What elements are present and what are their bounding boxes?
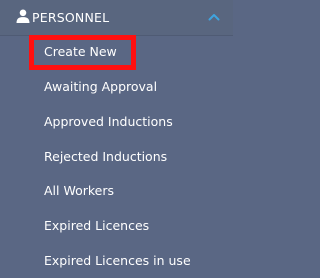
sidebar-nav: PERSONNEL Create New Awaiting Approval A… (0, 0, 233, 278)
menu-item-create-new[interactable]: Create New (0, 36, 233, 66)
menu-item-awaiting-approval[interactable]: Awaiting Approval (0, 71, 233, 101)
menu-item-label: Expired Licences (44, 218, 150, 233)
menu-item-label: Expired Licences in use (44, 253, 191, 268)
personnel-section-header[interactable]: PERSONNEL (0, 0, 233, 36)
menu-item-label: Awaiting Approval (44, 79, 158, 94)
menu-item-all-workers[interactable]: All Workers (0, 175, 233, 205)
menu-item-label: Create New (44, 44, 117, 59)
user-icon (16, 9, 30, 23)
menu-item-approved-inductions[interactable]: Approved Inductions (0, 106, 233, 136)
menu-item-rejected-inductions[interactable]: Rejected Inductions (0, 141, 233, 171)
menu-item-label: All Workers (44, 183, 115, 198)
menu-item-label: Rejected Inductions (44, 149, 168, 164)
personnel-section-title: PERSONNEL (32, 10, 110, 25)
menu-item-expired-licences-in-use[interactable]: Expired Licences in use (0, 245, 233, 275)
menu-item-label: Approved Inductions (44, 114, 173, 129)
menu-item-expired-licences[interactable]: Expired Licences (0, 210, 233, 240)
chevron-up-icon[interactable] (208, 13, 220, 21)
